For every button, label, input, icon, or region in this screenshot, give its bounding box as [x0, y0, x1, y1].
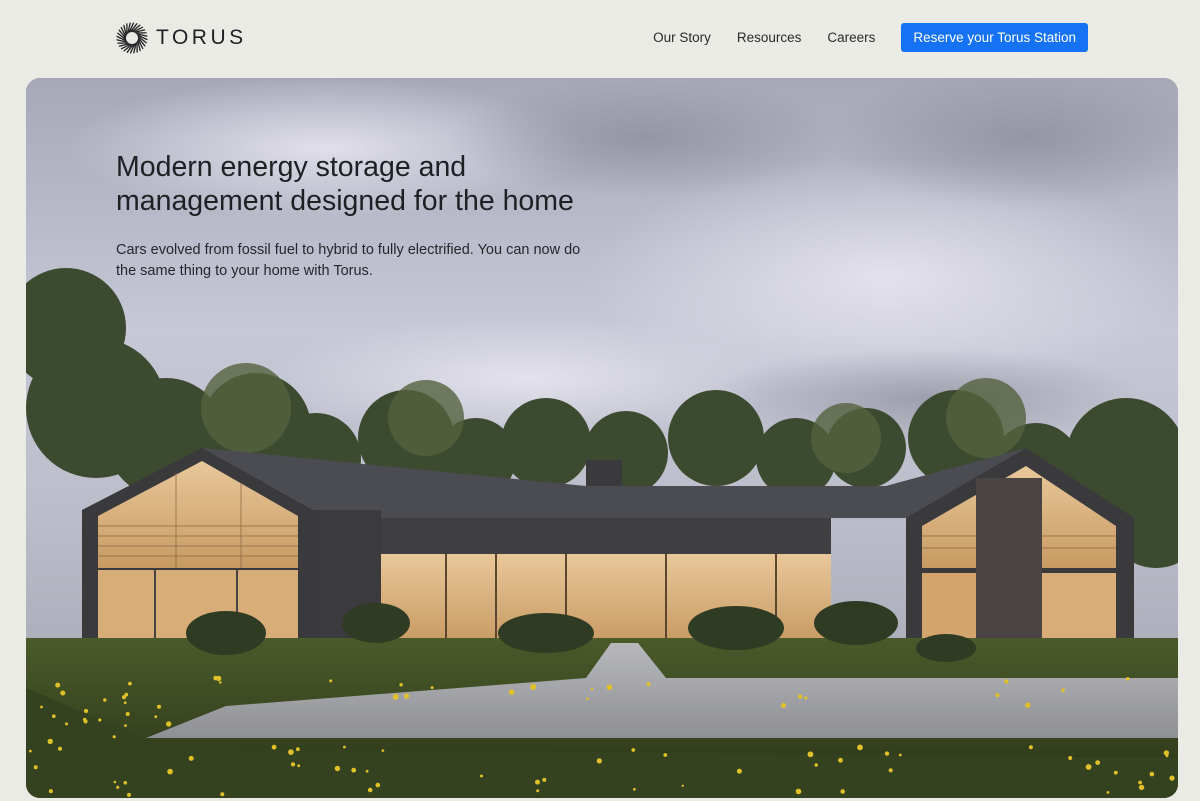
reserve-station-button[interactable]: Reserve your Torus Station — [901, 23, 1088, 52]
torus-ring-icon — [116, 22, 148, 54]
hero-subtitle: Cars evolved from fossil fuel to hybrid … — [116, 242, 581, 279]
hero-title: Modern energy storage and management des… — [116, 151, 574, 217]
top-navigation-bar: TORUS Our Story Resources Careers Reserv… — [0, 0, 1200, 78]
main-nav: Our Story Resources Careers Reserve your… — [653, 23, 1088, 52]
brand-name: TORUS — [156, 26, 247, 49]
nav-link-careers[interactable]: Careers — [827, 24, 875, 52]
nav-link-resources[interactable]: Resources — [737, 24, 802, 52]
hero-section: Modern energy storage and management des… — [26, 78, 1178, 798]
brand-logo[interactable]: TORUS — [116, 20, 247, 56]
hero-copy: Modern energy storage and management des… — [116, 150, 636, 282]
nav-link-our-story[interactable]: Our Story — [653, 24, 711, 52]
